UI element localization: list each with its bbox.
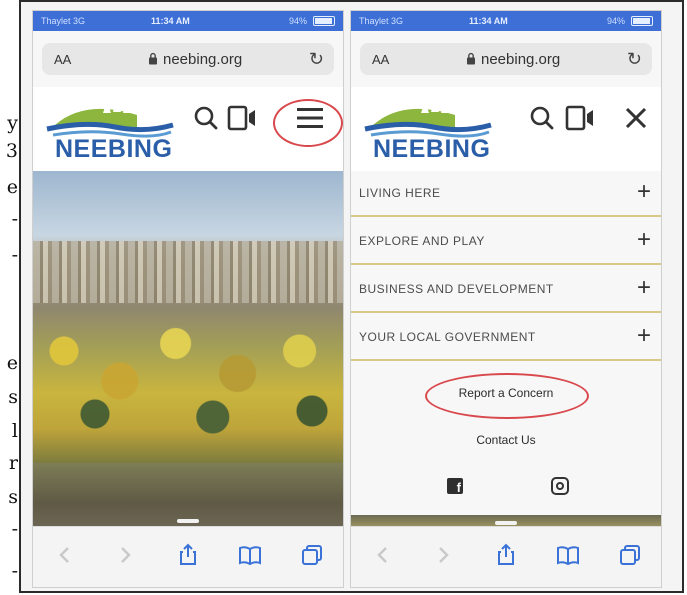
menu-item-explore-and-play[interactable]: EXPLORE AND PLAY + (351, 219, 661, 265)
menu-item-living-here[interactable]: LIVING HERE + (351, 171, 661, 217)
phone-screenshot-menu-open: Thaylet 3G 11:34 AM 94% AA neebing.org ↻… (350, 10, 662, 588)
search-icon[interactable] (529, 105, 555, 131)
battery-percent: 94% (606, 16, 625, 26)
forward-icon[interactable] (113, 543, 137, 567)
menu-item-label: YOUR LOCAL GOVERNMENT (359, 330, 536, 344)
clock: 11:34 AM (469, 16, 508, 26)
bookmarks-icon[interactable] (556, 543, 580, 567)
expand-plus-icon[interactable]: + (637, 226, 651, 254)
report-a-concern-link[interactable]: Report a Concern (351, 386, 661, 400)
margin-char: - (11, 518, 18, 540)
tabs-icon[interactable] (618, 543, 642, 567)
logo-text: NEEBING (373, 135, 491, 163)
hero-image-landscape (33, 171, 343, 529)
video-icon[interactable] (565, 105, 597, 131)
back-icon[interactable] (371, 543, 395, 567)
neebing-logo[interactable]: NEEBING (45, 95, 175, 163)
margin-char: - (11, 208, 18, 230)
back-icon[interactable] (53, 543, 77, 567)
menu-item-business-and-development[interactable]: BUSINESS AND DEVELOPMENT + (351, 267, 661, 313)
url-text: neebing.org (163, 51, 243, 68)
browser-toolbar (33, 526, 343, 587)
document-margin-text: y 3 e - - e s l r s - - (0, 0, 20, 595)
neebing-logo[interactable]: NEEBING (363, 95, 493, 163)
carrier-label: Thaylet 3G (359, 16, 404, 26)
search-icon[interactable] (193, 105, 219, 131)
carousel-indicator[interactable] (177, 519, 199, 523)
reload-icon[interactable]: ↻ (309, 49, 324, 70)
tabs-icon[interactable] (300, 543, 324, 567)
expand-plus-icon[interactable]: + (637, 322, 651, 350)
menu-item-label: BUSINESS AND DEVELOPMENT (359, 282, 554, 296)
navigation-menu: LIVING HERE + EXPLORE AND PLAY + BUSINES… (351, 171, 661, 363)
bookmarks-icon[interactable] (238, 543, 262, 567)
site-header: NEEBING (351, 87, 661, 171)
margin-char: e (6, 352, 18, 374)
lock-icon (149, 52, 157, 65)
logo-graphic (364, 98, 492, 138)
hero-trees (33, 291, 343, 441)
phone-screenshot-home: Thaylet 3G 11:34 AM 94% AA neebing.org ↻… (32, 10, 344, 588)
battery-icon (631, 16, 653, 26)
carrier-label: Thaylet 3G (41, 16, 86, 26)
annotation-circle-menu (273, 99, 343, 147)
status-bar: Thaylet 3G 11:34 AM 94% (351, 11, 661, 31)
facebook-icon[interactable]: f (447, 478, 463, 495)
status-bar: Thaylet 3G 11:34 AM 94% (33, 11, 343, 31)
menu-item-label: EXPLORE AND PLAY (359, 234, 485, 248)
clock: 11:34 AM (151, 16, 190, 26)
site-header: NEEBING (33, 87, 343, 171)
share-icon[interactable] (176, 543, 200, 567)
menu-item-your-local-government[interactable]: YOUR LOCAL GOVERNMENT + (351, 315, 661, 361)
menu-item-label: LIVING HERE (359, 186, 441, 200)
expand-plus-icon[interactable]: + (637, 178, 651, 206)
expand-plus-icon[interactable]: + (637, 274, 651, 302)
logo-graphic (46, 98, 174, 138)
video-icon[interactable] (227, 105, 259, 131)
instagram-icon[interactable] (551, 477, 569, 495)
share-icon[interactable] (494, 543, 518, 567)
url-field[interactable]: AA neebing.org ↻ (42, 43, 334, 75)
close-icon[interactable] (623, 105, 649, 131)
logo-text: NEEBING (55, 135, 173, 163)
browser-address-bar: AA neebing.org ↻ (351, 31, 661, 87)
lock-icon (467, 52, 475, 65)
contact-us-link[interactable]: Contact Us (351, 433, 661, 447)
margin-char: - (11, 560, 18, 582)
browser-address-bar: AA neebing.org ↻ (33, 31, 343, 87)
margin-char: e (6, 176, 18, 198)
battery-icon (313, 16, 335, 26)
margin-char: l (11, 420, 18, 442)
margin-char: - (11, 244, 18, 266)
margin-char: s (8, 486, 18, 508)
margin-char: s (8, 386, 18, 408)
battery-percent: 94% (288, 16, 307, 26)
url-field[interactable]: AA neebing.org ↻ (360, 43, 652, 75)
text-size-button[interactable]: AA (372, 52, 389, 67)
reload-icon[interactable]: ↻ (627, 49, 642, 70)
browser-toolbar (351, 526, 661, 587)
margin-char: r (8, 452, 18, 474)
carousel-indicator[interactable] (495, 521, 517, 525)
url-text: neebing.org (481, 51, 561, 68)
margin-char: 3 (5, 140, 18, 162)
forward-icon[interactable] (431, 543, 455, 567)
text-size-button[interactable]: AA (54, 52, 71, 67)
margin-char: y (7, 112, 18, 134)
